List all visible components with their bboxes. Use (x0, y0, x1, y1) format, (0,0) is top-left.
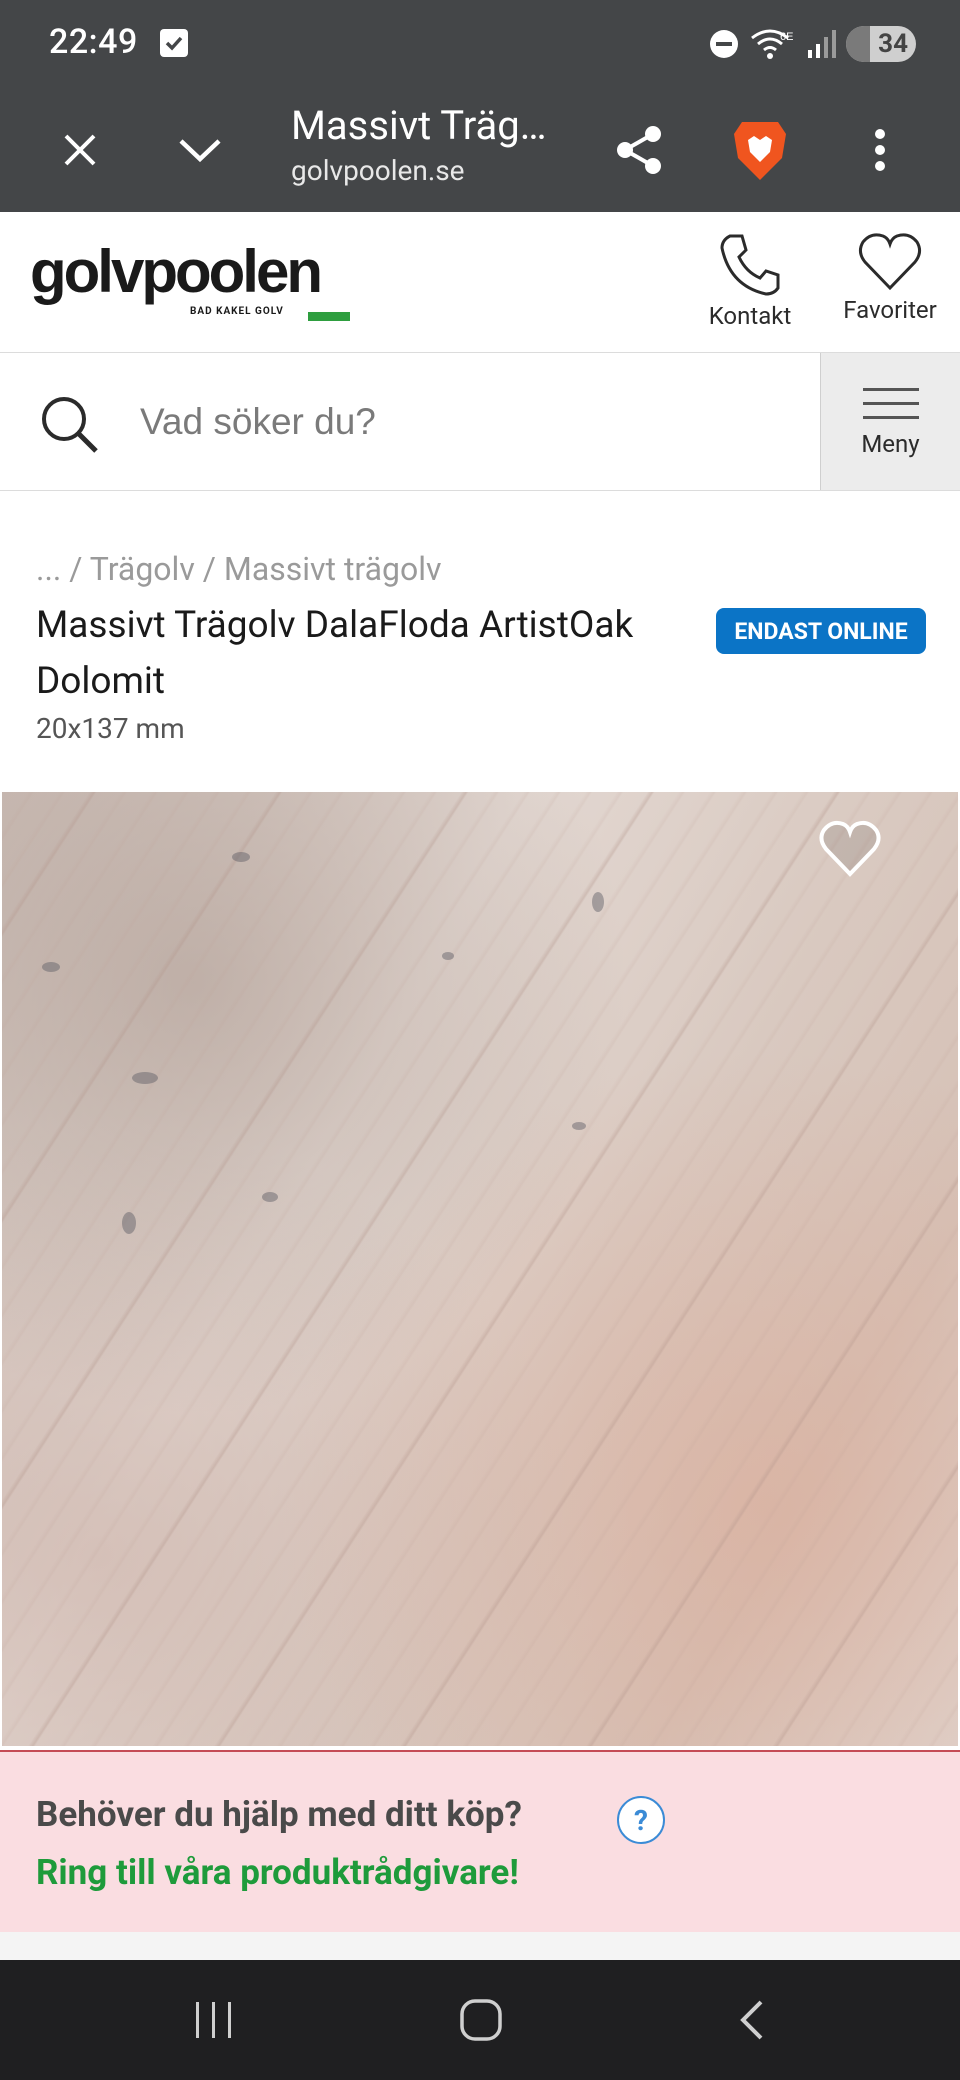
signal-icon (808, 30, 836, 58)
product-title: Massivt Trägolv DalaFloda ArtistOak Dolo… (36, 604, 634, 703)
breadcrumb-ellipsis[interactable]: ... (36, 550, 61, 588)
favorites-label: Favoriter (843, 296, 937, 324)
heart-icon (858, 233, 922, 291)
system-navigation-bar (0, 1960, 960, 2080)
help-question-icon[interactable]: ? (617, 1796, 665, 1844)
wifi-6e-icon: 6E (751, 29, 793, 59)
breadcrumb-massivt-tragolv[interactable]: Massivt trägolv (224, 550, 442, 588)
help-banner: Behöver du hjälp med ditt köp? ? Ring ti… (0, 1750, 960, 1932)
search-bar: Meny (0, 353, 960, 491)
back-icon[interactable] (711, 1990, 791, 2050)
browser-toolbar: Massivt Trägolv DalaFloda ArtistOak Dolo… (0, 90, 960, 212)
battery-icon: 34 (846, 26, 916, 62)
search-input[interactable] (0, 353, 820, 490)
menu-button[interactable]: Meny (820, 353, 960, 490)
site-header: golvpoolen BAD KAKEL GOLV Kontakt Favori… (0, 212, 960, 353)
product-dimensions: 20x137 mm (36, 712, 185, 745)
breadcrumb-tragolv[interactable]: Trägolv (90, 550, 195, 588)
dnd-icon (710, 30, 738, 58)
status-bar: 22:49 6E 34 (0, 0, 960, 90)
chevron-down-icon[interactable] (160, 110, 240, 190)
help-call-link[interactable]: Ring till våra produktrådgivare! (36, 1852, 519, 1893)
battery-level: 34 (878, 29, 908, 59)
contact-label: Kontakt (708, 302, 792, 330)
page-continuation-strip (0, 1932, 960, 1960)
page-title[interactable]: Massivt Trägolv DalaFloda ArtistOak Dolo… (291, 102, 556, 149)
logo-tagline: BAD KAKEL GOLV (190, 306, 284, 317)
help-question: Behöver du hjälp med ditt köp? (36, 1794, 522, 1835)
home-icon[interactable] (441, 1990, 521, 2050)
more-vert-icon[interactable] (840, 110, 920, 190)
close-icon[interactable] (40, 110, 120, 190)
phone-icon (720, 234, 780, 296)
contact-button[interactable]: Kontakt (685, 232, 815, 342)
search-icon[interactable] (38, 393, 102, 457)
breadcrumb: ... / Trägolv / Massivt trägolv (36, 550, 442, 588)
url-display[interactable]: golvpoolen.se (291, 154, 465, 187)
svg-text:6E: 6E (780, 31, 793, 43)
golvpoolen-logo[interactable]: golvpoolen BAD KAKEL GOLV (30, 242, 360, 332)
checkbox-icon (160, 29, 188, 57)
hamburger-icon (862, 387, 919, 419)
image-favorite-heart-icon[interactable] (818, 820, 882, 878)
status-icons: 6E 34 (708, 24, 916, 64)
breadcrumb-separator: / (202, 550, 224, 588)
online-only-badge: ENDAST ONLINE (716, 608, 926, 654)
status-time: 22:49 (49, 22, 138, 62)
menu-label: Meny (861, 429, 920, 458)
breadcrumb-separator: / (69, 550, 90, 588)
share-icon[interactable] (600, 110, 680, 190)
favorites-button[interactable]: Favoriter (825, 232, 955, 342)
recents-icon[interactable] (174, 1990, 254, 2050)
brave-lion-icon[interactable] (720, 110, 800, 190)
logo-text: golvpoolen (30, 238, 323, 305)
logo-accent-bar (308, 312, 350, 321)
product-image[interactable] (2, 792, 958, 1746)
